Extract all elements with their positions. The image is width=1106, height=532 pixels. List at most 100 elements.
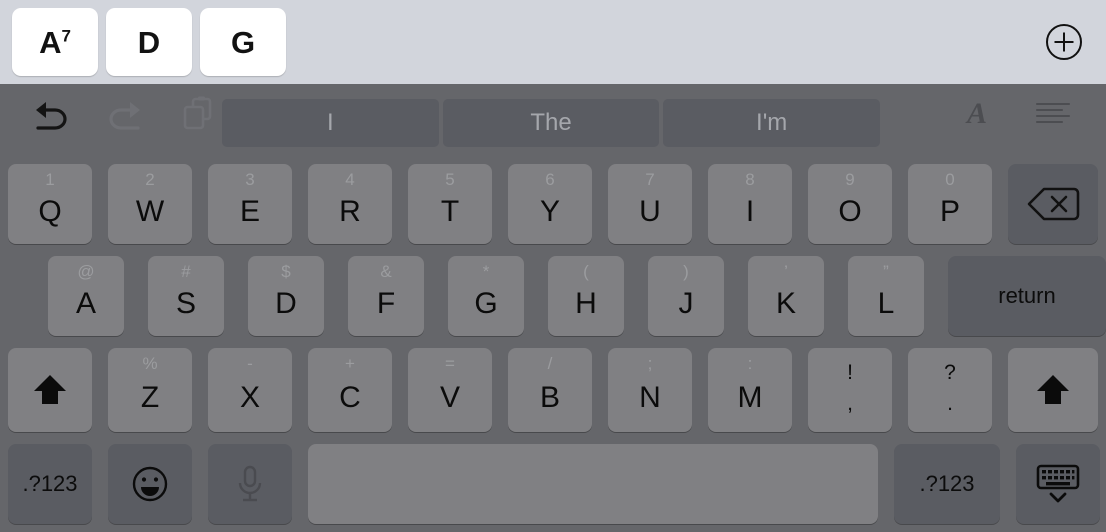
spacebar[interactable] — [308, 444, 878, 524]
undo-icon — [36, 102, 67, 130]
key-x[interactable]: - X — [208, 348, 292, 432]
key-o[interactable]: 9 O — [808, 164, 892, 244]
emoji-key[interactable] — [108, 444, 192, 524]
key-s[interactable]: # S — [148, 256, 224, 336]
key-k[interactable]: ’ K — [748, 256, 824, 336]
shift-icon — [34, 375, 66, 404]
dictation-key[interactable] — [208, 444, 292, 524]
key-label: W — [135, 195, 165, 228]
prediction-bar: I The I'm — [222, 99, 881, 147]
chord-button-g[interactable]: G — [200, 8, 286, 76]
key-label: , — [847, 391, 853, 415]
shift-key-left[interactable] — [8, 348, 92, 432]
paste-button[interactable] — [176, 92, 222, 136]
key-p[interactable]: 0 P — [908, 164, 992, 244]
chord-button-group: A7 D G — [12, 8, 286, 76]
key-secondary-label: ! — [847, 361, 853, 384]
key-label: N — [639, 381, 661, 414]
key-label: Y — [539, 195, 560, 228]
plus-circle-icon — [1046, 24, 1082, 60]
key-l[interactable]: ” L — [848, 256, 924, 336]
key-secondary-label: 1 — [45, 170, 55, 189]
keyboard-toolbar-left — [28, 92, 222, 136]
paste-icon — [183, 96, 212, 130]
key-w[interactable]: 2 W — [108, 164, 192, 244]
chord-label: G — [230, 24, 256, 60]
dismiss-keyboard-icon — [1036, 464, 1080, 503]
chord-toolbar: A7 D G — [0, 0, 1106, 84]
key-b[interactable]: / B — [508, 348, 592, 432]
key-q[interactable]: 1 Q — [8, 164, 92, 244]
chord-button-a7[interactable]: A7 — [12, 8, 98, 76]
software-keyboard: A I The I'm 1 Q 2 W 3 E 4 R 5 T 6 Y 7 U … — [0, 84, 1106, 532]
key-label: H — [575, 287, 597, 320]
text-align-icon — [1035, 102, 1071, 124]
key-i[interactable]: 8 I — [708, 164, 792, 244]
key-m[interactable]: : M — [708, 348, 792, 432]
key-label: Q — [38, 195, 62, 228]
key-secondary-label: 3 — [245, 170, 255, 189]
text-format-button[interactable]: A — [954, 92, 1000, 136]
key-secondary-label: ’ — [784, 262, 788, 281]
microphone-icon — [238, 465, 262, 502]
key-secondary-label: 5 — [445, 170, 455, 189]
numeric-key-left[interactable]: .?123 — [8, 444, 92, 524]
numeric-key-label: .?123 — [22, 471, 78, 496]
key-secondary-label: & — [380, 262, 392, 281]
keyboard-row-home: @ A # S $ D & F * G ( H) J ’ K ” L retu… — [48, 256, 1106, 336]
prediction-candidate-1[interactable]: I — [222, 99, 439, 147]
key-secondary-label: - — [247, 354, 253, 373]
return-key[interactable]: return — [948, 256, 1106, 336]
key-h[interactable]: ( H — [548, 256, 624, 336]
key-label: . — [947, 391, 953, 415]
backspace-key[interactable] — [1008, 164, 1098, 244]
key-t[interactable]: 5 T — [408, 164, 492, 244]
key-secondary-label: % — [142, 354, 158, 373]
key-u[interactable]: 7 U — [608, 164, 692, 244]
key-j[interactable]: ) J — [648, 256, 724, 336]
key-secondary-label: / — [547, 354, 553, 373]
key-secondary-label: $ — [281, 262, 291, 281]
chord-label: A7 — [39, 24, 71, 60]
shift-icon — [1037, 375, 1069, 404]
undo-button[interactable] — [28, 92, 74, 136]
key-label: X — [239, 381, 260, 414]
key-exclamation-comma[interactable]: ! , — [808, 348, 892, 432]
key-g[interactable]: * G — [448, 256, 524, 336]
key-secondary-label: 8 — [745, 170, 755, 189]
key-r[interactable]: 4 R — [308, 164, 392, 244]
return-key-label: return — [998, 283, 1056, 308]
dismiss-keyboard-key[interactable] — [1016, 444, 1100, 524]
key-z[interactable]: % Z — [108, 348, 192, 432]
key-label: C — [339, 381, 361, 414]
prediction-candidate-2[interactable]: The — [442, 99, 660, 147]
key-d[interactable]: $ D — [248, 256, 324, 336]
key-c[interactable]: + C — [308, 348, 392, 432]
key-secondary-label: 2 — [145, 170, 155, 189]
backspace-icon — [1027, 187, 1080, 221]
key-a[interactable]: @ A — [48, 256, 124, 336]
key-secondary-label: # — [181, 262, 191, 281]
key-label: S — [175, 287, 196, 320]
shift-key-right[interactable] — [1008, 348, 1098, 432]
key-question-period[interactable]: ? . — [908, 348, 992, 432]
key-secondary-label: ) — [683, 262, 689, 281]
redo-button[interactable] — [102, 92, 148, 136]
key-n[interactable]: ; N — [608, 348, 692, 432]
key-label: I — [745, 195, 755, 228]
keyboard-row-top: 1 Q 2 W 3 E 4 R 5 T 6 Y 7 U 8 I 9 O 0 P — [8, 164, 1098, 244]
numeric-key-right[interactable]: .?123 — [894, 444, 1000, 524]
prediction-candidate-3[interactable]: I'm — [663, 99, 881, 147]
redo-icon — [109, 102, 140, 130]
keyboard-row-space: .?123 .?123 — [8, 444, 1100, 524]
add-chord-button[interactable] — [1044, 22, 1084, 62]
key-y[interactable]: 6 Y — [508, 164, 592, 244]
key-v[interactable]: = V — [408, 348, 492, 432]
key-e[interactable]: 3 E — [208, 164, 292, 244]
key-label: A — [75, 287, 96, 320]
chord-button-d[interactable]: D — [106, 8, 192, 76]
key-secondary-label: 6 — [545, 170, 555, 189]
text-align-button[interactable] — [1030, 92, 1076, 136]
key-secondary-label: ( — [583, 262, 589, 281]
key-f[interactable]: & F — [348, 256, 424, 336]
